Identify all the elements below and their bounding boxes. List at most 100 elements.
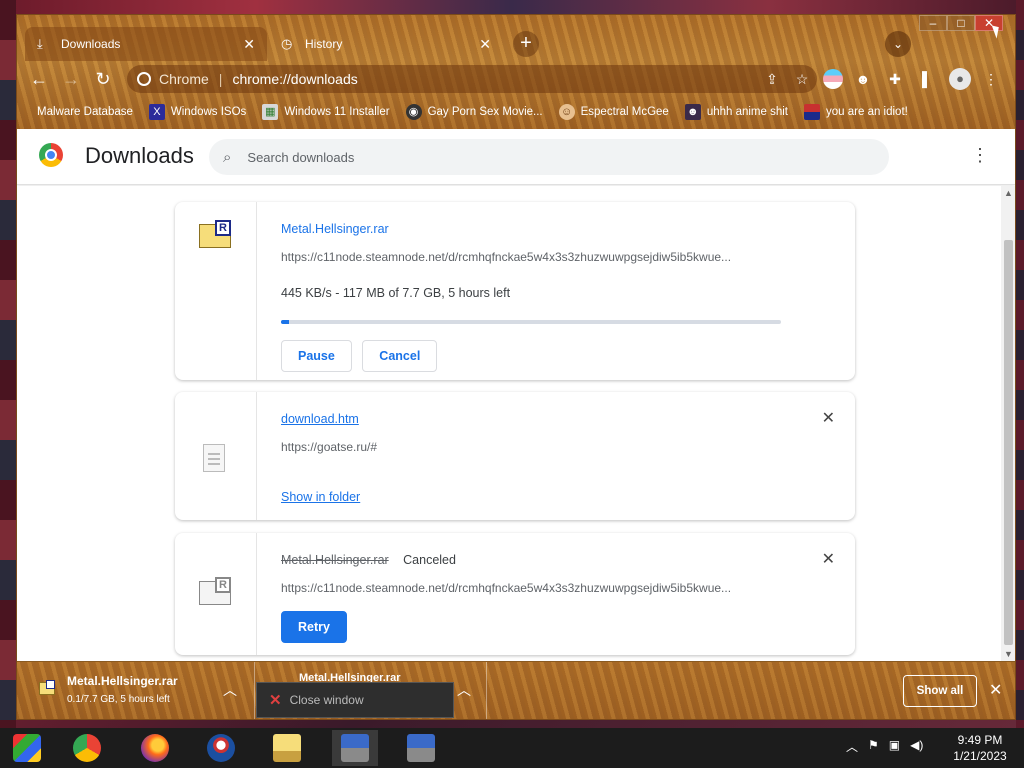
installer-icon: ▦ <box>262 104 279 120</box>
retry-button[interactable]: Retry <box>281 611 347 643</box>
file-name-link[interactable]: download.htm <box>281 412 359 426</box>
file-icon-column <box>175 392 257 520</box>
source-url[interactable]: https://goatse.ru/# <box>281 440 781 454</box>
desktop-wallpaper-left <box>0 0 16 730</box>
close-window-tooltip[interactable]: ✕ Close window <box>256 682 454 718</box>
bookmark-item[interactable]: you are an idiot! <box>804 104 908 120</box>
new-tab-button[interactable]: + <box>513 31 539 57</box>
chrome-site-icon <box>137 72 151 86</box>
bookmark-label: you are an idiot! <box>826 106 908 118</box>
download-shelf: Metal.Hellsinger.rar 0.1/7.7 GB, 5 hours… <box>17 661 1015 719</box>
menu-kebab-icon[interactable]: ⋮ <box>981 69 1001 89</box>
bookmark-item[interactable]: X Windows ISOs <box>148 104 247 120</box>
back-icon[interactable]: ← <box>27 67 51 91</box>
installer-icon <box>341 734 369 762</box>
tray-overflow-icon[interactable]: ︿ <box>846 738 858 755</box>
x-logo-icon: X <box>148 104 165 120</box>
pause-button[interactable]: Pause <box>281 340 352 372</box>
taskbar-chrome[interactable] <box>64 730 110 766</box>
bookmark-item[interactable]: ☻ uhhh anime shit <box>684 104 788 120</box>
network-icon[interactable]: ▣ <box>889 738 900 755</box>
source-url[interactable]: https://c11node.steamnode.net/d/rcmhqfnc… <box>281 581 781 595</box>
bookmark-item[interactable]: ☺ Espectral McGee <box>558 104 669 120</box>
bookmark-item[interactable]: ◉ Gay Porn Sex Movie... <box>405 104 543 120</box>
file-name-canceled: Metal.Hellsinger.rar <box>281 553 389 567</box>
share-icon[interactable]: ⇪ <box>757 71 787 88</box>
progress-bar <box>281 320 781 324</box>
bookmark-item[interactable]: Malware Database <box>37 106 133 118</box>
divider: | <box>218 71 223 87</box>
extension-avatar-icon[interactable]: ☻ <box>853 69 873 89</box>
maximize-button[interactable]: □ <box>947 15 975 31</box>
installer-icon <box>407 734 435 762</box>
firefox-icon <box>141 734 169 762</box>
side-panel-icon[interactable]: ▌ <box>917 69 937 89</box>
start-icon <box>13 734 41 762</box>
clock-date: 1/21/2023 <box>953 749 1007 763</box>
volume-icon[interactable]: ◀) <box>910 738 923 755</box>
folder-icon <box>273 734 301 762</box>
download-item: R Metal.Hellsinger.rar Canceled https://… <box>175 533 855 655</box>
search-placeholder: Search downloads <box>247 149 355 165</box>
remove-item-icon[interactable]: ✕ <box>822 549 835 569</box>
taskbar-file-explorer[interactable] <box>264 730 310 766</box>
close-shelf-icon[interactable]: ✕ <box>989 680 1002 700</box>
bookmark-label: Espectral McGee <box>580 106 669 118</box>
extension-flag-icon[interactable] <box>823 69 843 89</box>
shelf-file-name: Metal.Hellsinger.rar <box>67 674 178 688</box>
show-in-folder-link[interactable]: Show in folder <box>281 490 360 504</box>
anime-icon: ☻ <box>684 104 701 120</box>
browser-frame: – □ ✕ ⤓ Downloads ✕ ◷ History ✕ + ⌄ ← → … <box>17 15 1015 129</box>
close-tab-icon[interactable]: ✕ <box>479 36 491 53</box>
reload-icon[interactable]: ↻ <box>91 67 115 91</box>
minimize-button[interactable]: – <box>919 15 947 31</box>
desktop-wallpaper-top <box>0 0 1024 14</box>
download-item: download.htm https://goatse.ru/# Show in… <box>175 392 855 520</box>
taskbar-app-blue[interactable] <box>198 730 244 766</box>
show-all-button[interactable]: Show all <box>903 675 977 707</box>
bookmark-label: Windows 11 Installer <box>284 106 390 118</box>
search-input[interactable]: ⌕ Search downloads <box>209 139 889 175</box>
scroll-down-icon[interactable]: ▼ <box>1004 649 1013 659</box>
chevron-up-icon[interactable]: ︿ <box>457 680 471 700</box>
source-url[interactable]: https://c11node.steamnode.net/d/rcmhqfnc… <box>281 250 781 264</box>
taskbar-clock[interactable]: 9:49 PM 1/21/2023 <box>940 732 1020 764</box>
remove-item-icon[interactable]: ✕ <box>822 408 835 428</box>
browser-window: – □ ✕ ⤓ Downloads ✕ ◷ History ✕ + ⌄ ← → … <box>16 14 1016 720</box>
start-button[interactable] <box>4 730 50 766</box>
tab-history[interactable]: ◷ History ✕ <box>269 27 503 61</box>
shelf-download-item[interactable]: Metal.Hellsinger.rar 0.1/7.7 GB, 5 hours… <box>17 662 255 719</box>
scroll-up-icon[interactable]: ▲ <box>1004 188 1013 198</box>
tab-search-button[interactable]: ⌄ <box>885 31 911 57</box>
file-icon-column: R <box>175 533 257 655</box>
taskbar-installer[interactable] <box>332 730 378 766</box>
bookmark-label: Gay Porn Sex Movie... <box>427 106 543 118</box>
forward-icon[interactable]: → <box>59 67 83 91</box>
more-actions-icon[interactable]: ⋮ <box>971 145 989 169</box>
address-bar[interactable]: Chrome | chrome://downloads ⇪ ☆ <box>127 65 817 93</box>
clock-time: 9:49 PM <box>957 733 1003 747</box>
tab-downloads[interactable]: ⤓ Downloads ✕ <box>25 27 267 61</box>
scrollbar-thumb[interactable] <box>1004 240 1013 645</box>
scrollbar[interactable]: ▲ ▼ <box>1001 186 1015 661</box>
profile-avatar-icon[interactable]: ● <box>949 68 971 90</box>
taskbar-installer-2[interactable] <box>398 730 444 766</box>
taskbar: ︿ ⚑ ▣ ◀) 9:49 PM 1/21/2023 <box>0 728 1024 768</box>
bookmark-star-icon[interactable]: ☆ <box>787 71 817 88</box>
chrome-logo-icon <box>39 143 63 167</box>
download-status: Canceled <box>403 553 456 567</box>
face-icon: ☺ <box>558 104 575 120</box>
flag-icon <box>804 104 821 120</box>
close-tab-icon[interactable]: ✕ <box>243 36 255 53</box>
rar-file-icon: R <box>199 220 231 248</box>
close-x-icon: ✕ <box>269 692 282 709</box>
flag-icon[interactable]: ⚑ <box>868 738 879 755</box>
extensions-puzzle-icon[interactable]: ✚ <box>885 69 905 89</box>
chevron-up-icon[interactable]: ︿ <box>223 680 237 700</box>
cancel-button[interactable]: Cancel <box>362 340 438 372</box>
bookmark-label: Windows ISOs <box>170 106 247 118</box>
bookmark-item[interactable]: ▦ Windows 11 Installer <box>262 104 390 120</box>
taskbar-firefox[interactable] <box>132 730 178 766</box>
file-name-link[interactable]: Metal.Hellsinger.rar <box>281 222 389 236</box>
rar-file-icon <box>39 680 55 696</box>
